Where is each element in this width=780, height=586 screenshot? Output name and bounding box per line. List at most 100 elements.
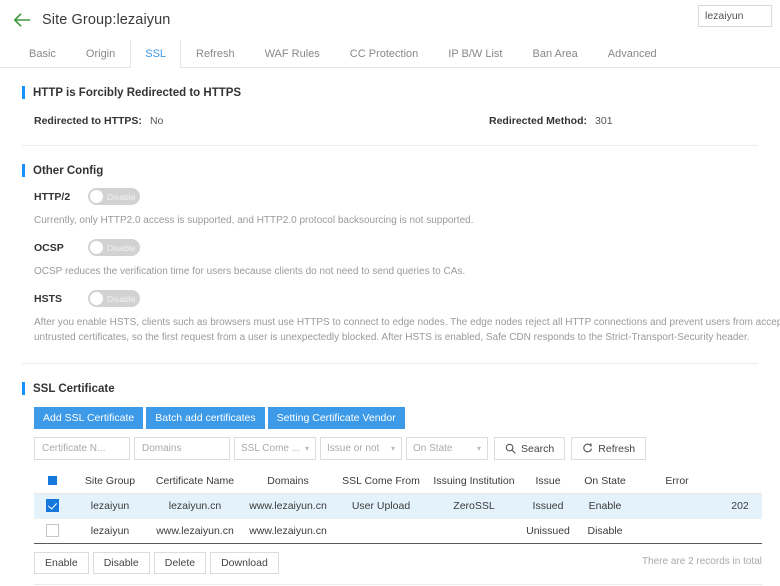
other-config-section-header: Other Config — [22, 164, 758, 177]
ocsp-description: OCSP reduces the verification time for u… — [34, 266, 466, 277]
tab-waf-rules[interactable]: WAF Rules — [250, 40, 335, 67]
ocsp-label: OCSP — [34, 241, 64, 254]
cell-issue: Unissued — [522, 518, 574, 544]
section-accent-bar — [22, 86, 25, 99]
table-footer: Enable Disable Delete Download There are… — [34, 551, 762, 574]
add-ssl-certificate-button[interactable]: Add SSL Certificate — [34, 407, 144, 429]
select-all-checkbox[interactable] — [47, 476, 57, 486]
domains-input[interactable]: Domains — [134, 437, 230, 460]
cell-on-state: Disable — [574, 518, 636, 544]
content-area: HTTP is Forcibly Redirected to HTTPS Red… — [0, 86, 780, 585]
section-accent-bar — [22, 382, 25, 395]
hsts-toggle[interactable]: Disable — [88, 290, 140, 307]
hsts-row: HSTS Disable — [22, 290, 758, 307]
row-checkbox[interactable] — [45, 524, 59, 537]
http2-description: Currently, only HTTP2.0 access is suppor… — [34, 215, 474, 226]
http2-toggle-text: Disable — [107, 191, 136, 202]
hsts-label: HSTS — [34, 292, 63, 305]
cell-certificate-name: lezaiyun.cn — [150, 493, 240, 519]
cell-time: 202 — [718, 493, 762, 519]
tab-ban-area[interactable]: Ban Area — [517, 40, 592, 67]
cell-on-state: Enable — [574, 493, 636, 519]
cell-site-group: lezaiyun — [70, 518, 150, 544]
delete-button[interactable]: Delete — [153, 551, 207, 574]
disable-button[interactable]: Disable — [92, 551, 150, 574]
cell-site-group: lezaiyun — [70, 493, 150, 519]
tab-advanced[interactable]: Advanced — [593, 40, 672, 67]
row-select-cell — [34, 493, 70, 519]
section-divider — [22, 363, 758, 364]
redirected-to-https-field: Redirected to HTTPS: No — [34, 115, 489, 127]
global-search-input[interactable]: lezaiyun — [698, 5, 772, 27]
table-row[interactable]: lezaiyun lezaiyun.cn www.lezaiyun.cn Use… — [34, 493, 762, 519]
enable-button[interactable]: Enable — [34, 551, 89, 574]
tab-refresh[interactable]: Refresh — [181, 40, 250, 67]
cell-ssl-come-from: User Upload — [336, 493, 426, 519]
chevron-down-icon: ▾ — [304, 444, 309, 453]
redirect-section-header: HTTP is Forcibly Redirected to HTTPS — [22, 86, 758, 99]
http2-row: HTTP/2 Disable — [22, 188, 758, 205]
chevron-down-icon: ▾ — [476, 444, 481, 453]
records-total-label: There are 2 records in total — [641, 555, 762, 567]
certificate-action-buttons: Add SSL Certificate Batch add certificat… — [34, 407, 758, 429]
redirected-to-https-label: Redirected to HTTPS: — [34, 115, 142, 127]
refresh-icon — [582, 443, 593, 454]
redirected-to-https-value: No — [149, 115, 164, 127]
tab-origin[interactable]: Origin — [71, 40, 130, 67]
issue-or-not-select[interactable]: Issue or not ▾ — [320, 437, 402, 460]
on-state-select-label: On State — [413, 443, 453, 454]
table-row[interactable]: lezaiyun www.lezaiyun.cn www.lezaiyun.cn… — [34, 518, 762, 544]
tab-basic[interactable]: Basic — [14, 40, 71, 67]
bulk-action-buttons: Enable Disable Delete Download — [34, 551, 334, 574]
refresh-button[interactable]: Refresh — [571, 437, 647, 460]
cell-domains: www.lezaiyun.cn — [240, 518, 336, 544]
setting-certificate-vendor-button[interactable]: Setting Certificate Vendor — [267, 407, 405, 429]
redirected-method-field: Redirected Method: 301 — [489, 115, 613, 127]
cell-domains: www.lezaiyun.cn — [240, 493, 336, 519]
ssl-certificate-section-title: SSL Certificate — [33, 382, 115, 395]
back-arrow-icon[interactable] — [12, 10, 32, 30]
cell-ssl-come-from — [336, 518, 426, 544]
search-button[interactable]: Search — [494, 437, 566, 460]
column-issue: Issue — [522, 469, 574, 494]
batch-add-certificates-button[interactable]: Batch add certificates — [146, 407, 265, 429]
column-issuing-institution: Issuing Institution — [426, 469, 522, 494]
certificate-name-input[interactable]: Certificate N... — [34, 437, 130, 460]
toggle-knob — [90, 190, 103, 203]
http2-label: HTTP/2 — [34, 190, 71, 203]
ocsp-toggle[interactable]: Disable — [88, 239, 140, 256]
page-root: Site Group:lezaiyun lezaiyun Basic Origi… — [0, 0, 780, 586]
ssl-come-from-select[interactable]: SSL Come ... ▾ — [234, 437, 316, 460]
on-state-select[interactable]: On State ▾ — [406, 437, 488, 460]
http2-toggle[interactable]: Disable — [88, 188, 140, 205]
row-checkbox[interactable] — [45, 499, 59, 512]
page-title: Site Group:lezaiyun — [42, 12, 171, 28]
redirect-fields-row: Redirected to HTTPS: No Redirected Metho… — [22, 115, 758, 127]
toggle-knob — [90, 292, 103, 305]
select-all-header — [34, 469, 70, 494]
footer-divider — [34, 583, 762, 585]
ssl-come-from-select-label: SSL Come ... — [241, 443, 301, 454]
redirect-section-title: HTTP is Forcibly Redirected to HTTPS — [33, 86, 242, 99]
download-button[interactable]: Download — [210, 551, 279, 574]
tab-ip-bw-list[interactable]: IP B/W List — [433, 40, 517, 67]
column-certificate-name: Certificate Name — [150, 469, 240, 494]
cell-issuing-institution — [426, 518, 522, 544]
top-bar: Site Group:lezaiyun lezaiyun — [0, 0, 780, 40]
tab-cc-protection[interactable]: CC Protection — [335, 40, 433, 67]
column-domains: Domains — [240, 469, 336, 494]
tab-ssl[interactable]: SSL — [130, 40, 182, 68]
column-on-state: On State — [574, 469, 636, 494]
section-divider — [22, 145, 758, 146]
cell-error — [636, 518, 718, 544]
ocsp-toggle-text: Disable — [107, 242, 136, 253]
ssl-certificate-section-header: SSL Certificate — [22, 382, 758, 395]
certificate-table: Site Group Certificate Name Domains SSL … — [34, 469, 762, 544]
redirected-method-value: 301 — [595, 115, 613, 127]
toggle-knob — [90, 241, 103, 254]
column-ssl-come-from: SSL Come From — [336, 469, 426, 494]
hsts-description: After you enable HSTS, clients such as b… — [34, 317, 780, 343]
tab-bar: Basic Origin SSL Refresh WAF Rules CC Pr… — [0, 40, 780, 68]
redirected-method-label: Redirected Method: — [489, 115, 588, 127]
search-icon — [505, 443, 516, 454]
